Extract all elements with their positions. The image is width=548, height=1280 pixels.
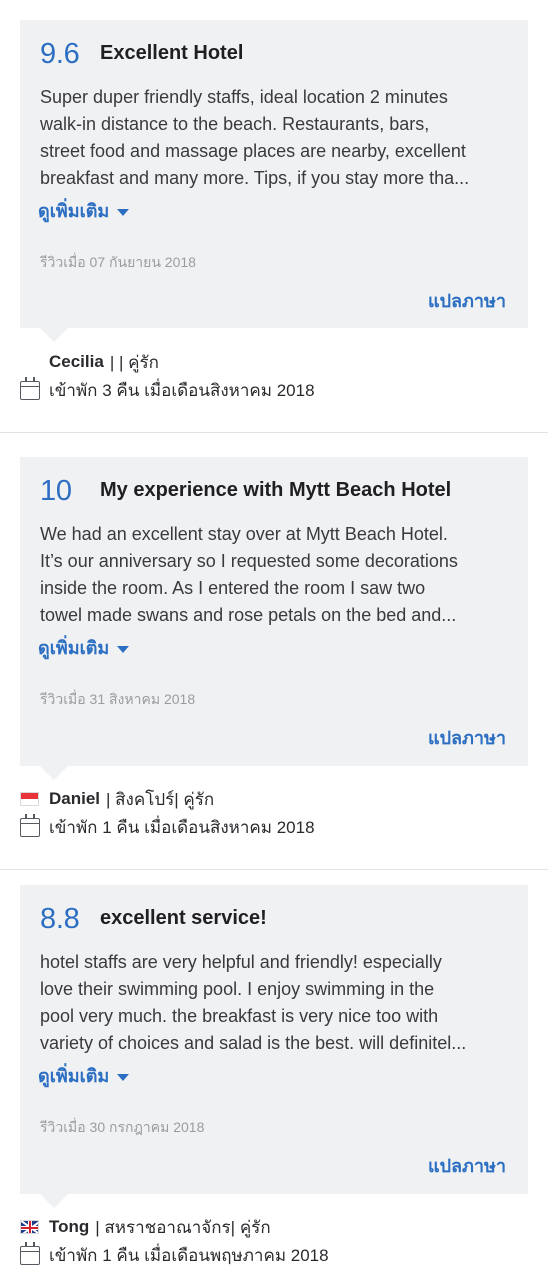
review-body: hotel staffs are very helpful and friend… <box>40 949 512 1057</box>
reviewer-meta: | สหราชอาณาจักร| คู่รัก <box>95 1217 271 1237</box>
read-more-label: ดูเพิ่มเติม <box>38 1066 110 1086</box>
review-body-line: inside the room. As I entered the room I… <box>40 578 426 598</box>
read-more-label: ดูเพิ่มเติม <box>38 201 110 221</box>
stay-info: เข้าพัก 1 คืน เมื่อเดือนพฤษภาคม 2018 <box>20 1241 329 1267</box>
review-title: excellent service! <box>100 907 267 929</box>
divider <box>0 869 548 870</box>
caret-down-icon <box>117 1073 130 1081</box>
review-body-line: It’s our anniversary so I requested some… <box>40 551 458 571</box>
card-tail <box>40 1194 68 1208</box>
uk-flag-icon <box>20 1220 39 1234</box>
read-more-button[interactable]: ดูเพิ่มเติม <box>38 196 130 225</box>
stay-text: เข้าพัก 1 คืน เมื่อเดือนพฤษภาคม 2018 <box>49 1245 329 1265</box>
review-score: 9.6 <box>40 38 80 70</box>
review-body-line: variety of choices and salad is the best… <box>40 1033 467 1053</box>
review-date: รีวิวเมื่อ 31 สิงหาคม 2018 <box>40 691 196 707</box>
review-body-line: love their swimming pool. I enjoy swimmi… <box>40 979 435 999</box>
reviewer-name: Daniel <box>49 789 101 808</box>
card-tail <box>40 328 68 342</box>
caret-down-icon <box>117 208 130 216</box>
review-date: รีวิวเมื่อ 30 กรกฎาคม 2018 <box>40 1119 205 1135</box>
singapore-flag-icon <box>20 792 39 806</box>
reviewer-meta: | สิงคโปร์| คู่รัก <box>106 789 215 809</box>
stay-text: เข้าพัก 1 คืน เมื่อเดือนสิงหาคม 2018 <box>49 817 315 837</box>
calendar-icon <box>20 813 40 837</box>
review-body-line: towel made swans and rose petals on the … <box>40 605 457 625</box>
read-more-button[interactable]: ดูเพิ่มเติม <box>38 1061 130 1090</box>
reviewer-name: Tong <box>49 1217 90 1236</box>
stay-text: เข้าพัก 3 คืน เมื่อเดือนสิงหาคม 2018 <box>49 380 315 400</box>
review-title: My experience with Mytt Beach Hotel <box>100 479 452 501</box>
read-more-button[interactable]: ดูเพิ่มเติม <box>38 633 130 662</box>
review-card: 10 My experience with Mytt Beach Hotel W… <box>20 457 528 766</box>
review-body-line: breakfast and many more. Tips, if you st… <box>40 168 470 188</box>
read-more-label: ดูเพิ่มเติม <box>38 638 110 658</box>
reviewer-meta: | | คู่รัก <box>109 352 159 372</box>
review-title: Excellent Hotel <box>100 42 244 64</box>
review-body-line: We had an excellent stay over at Mytt Be… <box>40 524 448 544</box>
calendar-icon <box>20 376 40 400</box>
caret-down-icon <box>117 645 130 653</box>
review-card: 8.8 excellent service! hotel staffs are … <box>20 885 528 1194</box>
reviewer-name: Cecilia <box>49 352 104 371</box>
review-body-line: hotel staffs are very helpful and friend… <box>40 952 442 972</box>
translate-button[interactable]: แปลภาษา <box>428 286 506 315</box>
review-body-line: Super duper friendly staffs, ideal locat… <box>40 87 448 107</box>
divider <box>0 432 548 433</box>
reviewer-info: Tong | สหราชอาณาจักร| คู่รัก <box>20 1215 271 1239</box>
review-date: รีวิวเมื่อ 07 กันยายน 2018 <box>40 254 196 270</box>
review-body-line: street food and massage places are nearb… <box>40 141 466 161</box>
stay-info: เข้าพัก 1 คืน เมื่อเดือนสิงหาคม 2018 <box>20 813 315 839</box>
review-score: 8.8 <box>40 903 80 935</box>
review-body-line: walk-in distance to the beach. Restauran… <box>40 114 430 134</box>
calendar-icon <box>20 1241 40 1265</box>
review-body-line: pool very much. the breakfast is very ni… <box>40 1006 439 1026</box>
reviewer-info: Daniel | สิงคโปร์| คู่รัก <box>20 787 214 811</box>
review-score: 10 <box>40 475 72 507</box>
review-card: 9.6 Excellent Hotel Super duper friendly… <box>20 20 528 328</box>
review-body: Super duper friendly staffs, ideal locat… <box>40 84 512 192</box>
review-body: We had an excellent stay over at Mytt Be… <box>40 521 512 629</box>
stay-info: เข้าพัก 3 คืน เมื่อเดือนสิงหาคม 2018 <box>20 376 315 402</box>
card-tail <box>40 766 68 780</box>
translate-button[interactable]: แปลภาษา <box>428 723 506 752</box>
translate-button[interactable]: แปลภาษา <box>428 1151 506 1180</box>
reviewer-info: Cecilia | | คู่รัก <box>49 350 159 374</box>
